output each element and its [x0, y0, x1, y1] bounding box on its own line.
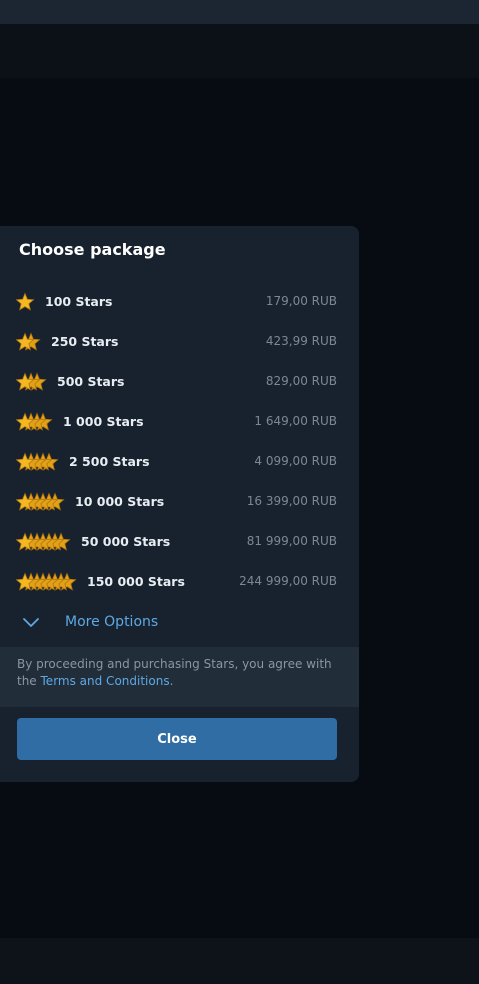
package-price: 423,99 RUB [265, 334, 337, 348]
package-row-500[interactable]: 500 Stars 829,00 RUB [0, 362, 359, 402]
package-label: 1 000 Stars [63, 414, 144, 429]
chevron-down-icon [23, 618, 39, 627]
star-stack-6-icon [16, 492, 66, 512]
package-label: 10 000 Stars [75, 494, 165, 509]
star-stack-8-icon [16, 572, 78, 592]
package-label: 150 000 Stars [87, 574, 185, 589]
package-list: 100 Stars 179,00 RUB 250 Stars 423,99 RU… [0, 282, 359, 602]
package-price: 4 099,00 RUB [254, 454, 337, 468]
package-row-10000[interactable]: 10 000 Stars 16 399,00 RUB [0, 482, 359, 522]
package-label: 100 Stars [45, 294, 113, 309]
package-price: 1 649,00 RUB [254, 414, 337, 428]
star-stack-5-icon [16, 452, 60, 472]
package-row-250[interactable]: 250 Stars 423,99 RUB [0, 322, 359, 362]
bottom-input-bar [0, 938, 479, 984]
star-front [16, 292, 35, 311]
package-row-50000[interactable]: 50 000 Stars 81 999,00 RUB [0, 522, 359, 562]
package-price: 829,00 RUB [265, 374, 337, 388]
terms-link[interactable]: Terms and Conditions [41, 674, 170, 688]
package-label: 50 000 Stars [81, 534, 171, 549]
more-options-button[interactable]: More Options [0, 602, 359, 642]
star-stack-4-icon [16, 412, 54, 432]
package-row-2500[interactable]: 2 500 Stars 4 099,00 RUB [0, 442, 359, 482]
package-row-1000[interactable]: 1 000 Stars 1 649,00 RUB [0, 402, 359, 442]
package-label: 500 Stars [57, 374, 125, 389]
star-stack-7-icon [16, 532, 72, 552]
close-button[interactable]: Close [17, 718, 337, 760]
package-label: 250 Stars [51, 334, 119, 349]
package-price: 179,00 RUB [265, 294, 337, 308]
star-1-icon [16, 292, 36, 312]
top-window-bar [0, 0, 479, 24]
star-stack-2-icon [16, 332, 42, 352]
choose-package-dialog: Choose package 100 Stars 179,00 RUB 250 … [0, 226, 359, 782]
terms-notice: By proceeding and purchasing Stars, you … [0, 647, 359, 707]
more-options-label: More Options [65, 614, 159, 630]
package-price: 244 999,00 RUB [239, 574, 337, 588]
star-stack-3-icon [16, 372, 48, 392]
package-row-150000[interactable]: 150 000 Stars 244 999,00 RUB [0, 562, 359, 602]
package-label: 2 500 Stars [69, 454, 150, 469]
package-price: 16 399,00 RUB [246, 494, 337, 508]
terms-text-end: . [169, 674, 174, 688]
package-row-100[interactable]: 100 Stars 179,00 RUB [0, 282, 359, 322]
package-price: 81 999,00 RUB [246, 534, 337, 548]
dialog-title: Choose package [19, 240, 166, 259]
chat-header-bar [0, 24, 479, 78]
